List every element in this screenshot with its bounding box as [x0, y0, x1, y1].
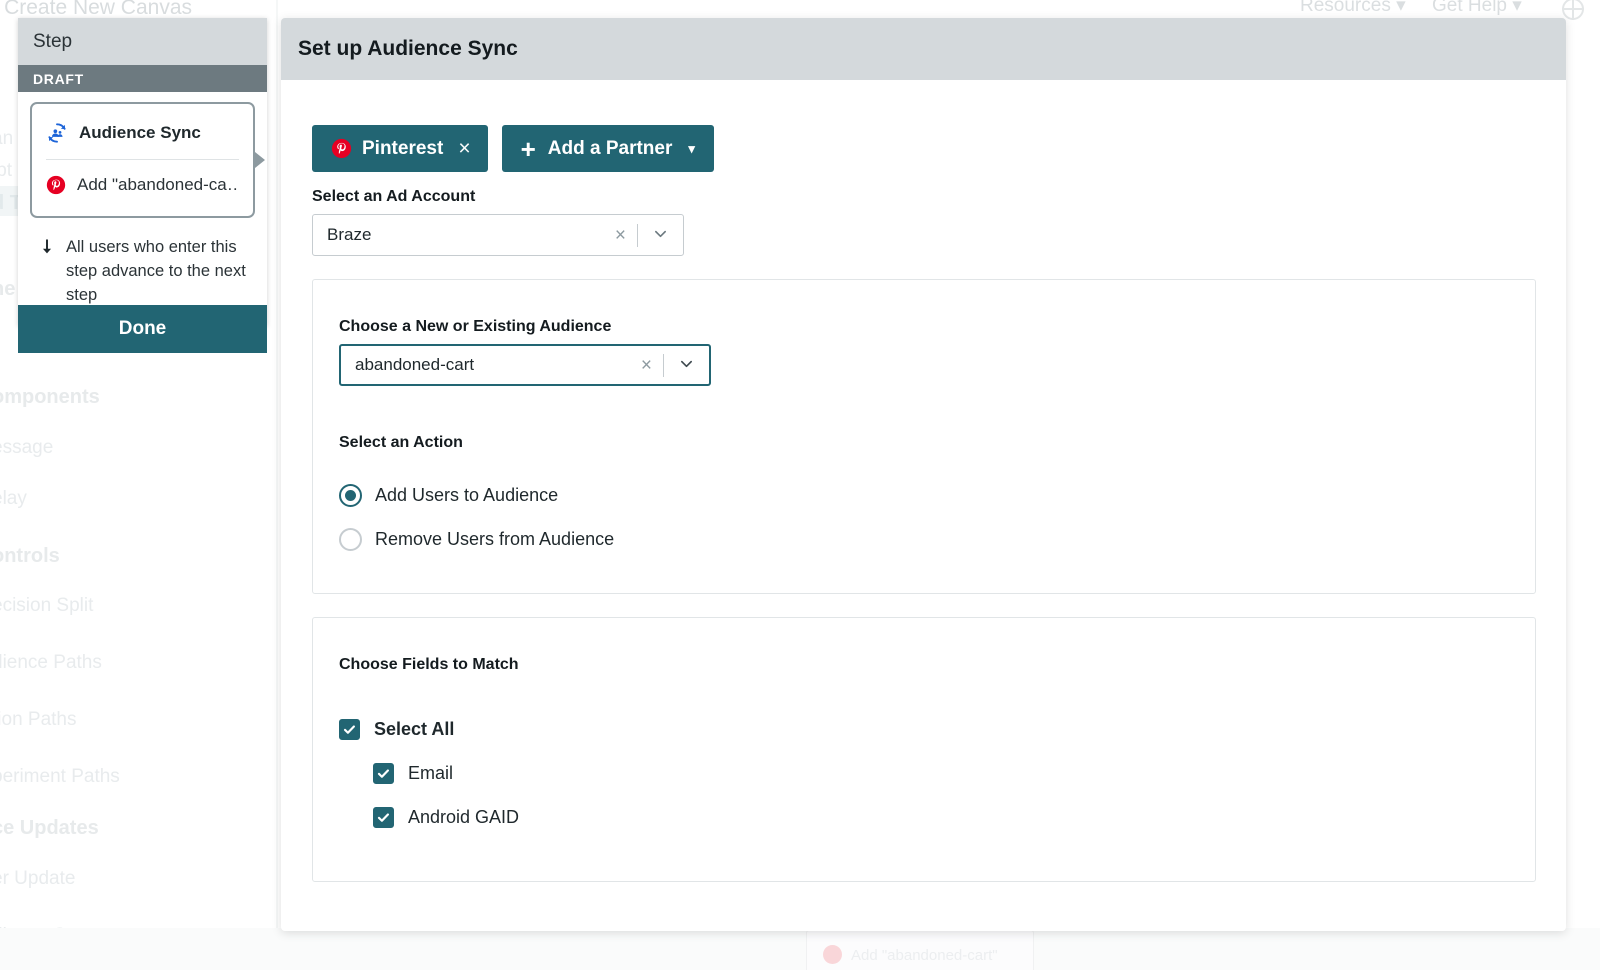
background-sidebar-item: ecision Split: [0, 595, 94, 616]
nav-resources-label: Resources: [1300, 0, 1391, 16]
breadcrumb: > Create New Canvas: [0, 0, 193, 19]
checkbox-select-all[interactable]: Select All: [339, 707, 1509, 751]
step-note-text: All users who enter this step advance to…: [66, 238, 246, 304]
chevron-down-icon[interactable]: [664, 356, 709, 374]
globe-icon: [1562, 0, 1584, 20]
background-sidebar-item: dience Sync: [0, 925, 96, 946]
step-card-header: Step: [18, 18, 267, 65]
background-fragment: ipt: [0, 160, 13, 181]
action-field: Select an Action Add Users to Audience R…: [339, 434, 1509, 561]
step-node[interactable]: Audience Sync Add "abandoned-ca…: [30, 102, 265, 218]
radio-label: Add Users to Audience: [375, 484, 559, 505]
add-partner-label: Add a Partner: [547, 137, 673, 159]
checkbox-indicator[interactable]: [339, 718, 360, 740]
plus-icon: +: [520, 133, 536, 164]
pinterest-icon: [823, 945, 842, 964]
background-sidebar-section: ontrols: [0, 545, 60, 567]
fields-to-match-list: Select All Email Android GAID: [339, 707, 1509, 839]
checkbox-android-gaid[interactable]: Android GAID: [373, 795, 1509, 839]
background-bottom-card-label: Add "abandoned-cart": [851, 947, 998, 964]
ad-account-label: Select an Ad Account: [312, 188, 476, 205]
radio-indicator[interactable]: [339, 527, 362, 551]
radio-add-users-to-audience[interactable]: Add Users to Audience: [339, 473, 1509, 517]
background-sidebar-item: essage: [0, 437, 54, 458]
clear-icon[interactable]: ×: [604, 226, 637, 245]
down-arrow-icon: [38, 236, 56, 262]
background-sidebar-section: ce Updates: [0, 817, 99, 839]
nav-get-help: Get Help ▾: [1432, 0, 1522, 17]
nav-get-help-label: Get Help: [1432, 0, 1507, 16]
fields-to-match-panel: Choose Fields to Match Select All Email …: [312, 617, 1536, 882]
background-bottom-strip: [0, 928, 1600, 970]
step-note: All users who enter this step advance to…: [30, 218, 255, 312]
modal-body: Pinterest × + Add a Partner ▾ Select an …: [281, 80, 1566, 882]
checkbox-indicator[interactable]: [373, 806, 394, 828]
background-sidebar-item: er Update: [0, 868, 76, 889]
background-panel-edge: [276, 0, 278, 970]
action-label: Select an Action: [339, 434, 463, 451]
close-icon[interactable]: ×: [458, 138, 470, 159]
step-card[interactable]: Step DRAFT Audience Sync Add "abandoned-…: [18, 18, 267, 326]
chevron-down-icon: ▾: [1512, 0, 1522, 16]
step-node-divider: [46, 159, 239, 160]
chevron-right-icon: [255, 152, 265, 168]
modal-header: Set up Audience Sync: [281, 18, 1566, 80]
radio-remove-users-from-audience[interactable]: Remove Users from Audience: [339, 517, 1509, 561]
background-fragment: an: [0, 128, 14, 149]
chevron-down-icon: ▾: [1396, 0, 1406, 16]
background-sidebar-section: omponents: [0, 386, 100, 408]
audience-value: abandoned-cart: [355, 355, 475, 374]
checkbox-label: Select All: [374, 718, 455, 739]
action-radio-group: Add Users to Audience Remove Users from …: [339, 473, 1509, 561]
fields-to-match-label: Choose Fields to Match: [339, 656, 519, 673]
chevron-down-icon: ▾: [688, 141, 695, 156]
step-node-primary-row[interactable]: Audience Sync: [46, 116, 239, 150]
background-sidebar-item: tion Paths: [0, 709, 77, 730]
nav-resources: Resources ▾: [1300, 0, 1406, 17]
partner-chip-label: Pinterest: [362, 137, 444, 159]
audience-sync-modal: Set up Audience Sync Pinterest × + Add a…: [281, 18, 1566, 931]
audience-select[interactable]: abandoned-cart ×: [339, 344, 711, 386]
clear-icon[interactable]: ×: [630, 356, 663, 375]
audience-label: Choose a New or Existing Audience: [339, 318, 612, 335]
status-badge-label: DRAFT: [33, 70, 84, 87]
page-title: Set up Audience Sync: [298, 37, 518, 60]
background-bottom-card: Add "abandoned-cart": [806, 930, 1034, 970]
checkbox-email[interactable]: Email: [373, 751, 1509, 795]
radio-label: Remove Users from Audience: [375, 528, 615, 549]
step-node-primary-label: Audience Sync: [79, 123, 201, 142]
background-sidebar-item: elay: [0, 488, 27, 509]
pinterest-icon: [331, 138, 352, 159]
audience-action-panel: Choose a New or Existing Audience abando…: [312, 279, 1536, 594]
status-badge: DRAFT: [18, 65, 267, 92]
add-partner-button[interactable]: + Add a Partner ▾: [501, 125, 714, 172]
partner-chip-pinterest[interactable]: Pinterest ×: [312, 125, 488, 172]
ad-account-value: Braze: [327, 225, 372, 244]
done-button[interactable]: Done: [18, 305, 267, 353]
audience-sync-icon: [46, 122, 68, 144]
radio-indicator[interactable]: [339, 483, 362, 507]
pinterest-icon: [46, 175, 66, 195]
audience-field: Choose a New or Existing Audience abando…: [339, 318, 1509, 386]
checkbox-indicator[interactable]: [373, 762, 394, 784]
checkbox-label: Android GAID: [408, 806, 520, 827]
step-node-secondary-label: Add "abandoned-ca…: [77, 175, 239, 194]
ad-account-field: Select an Ad Account Braze ×: [312, 188, 1536, 256]
checkbox-label: Email: [408, 762, 454, 783]
chevron-down-icon[interactable]: [638, 226, 683, 244]
background-sidebar-item: periment Paths: [0, 766, 120, 787]
background-fragment: ne: [0, 278, 16, 300]
step-card-body: Audience Sync Add "abandoned-ca… All use…: [18, 92, 267, 326]
ad-account-select[interactable]: Braze ×: [312, 214, 684, 256]
background-sidebar-item: dience Paths: [0, 652, 102, 673]
partner-button-row: Pinterest × + Add a Partner ▾: [312, 125, 1536, 172]
step-card-title: Step: [33, 30, 73, 52]
step-node-secondary-row[interactable]: Add "abandoned-ca…: [46, 168, 239, 202]
